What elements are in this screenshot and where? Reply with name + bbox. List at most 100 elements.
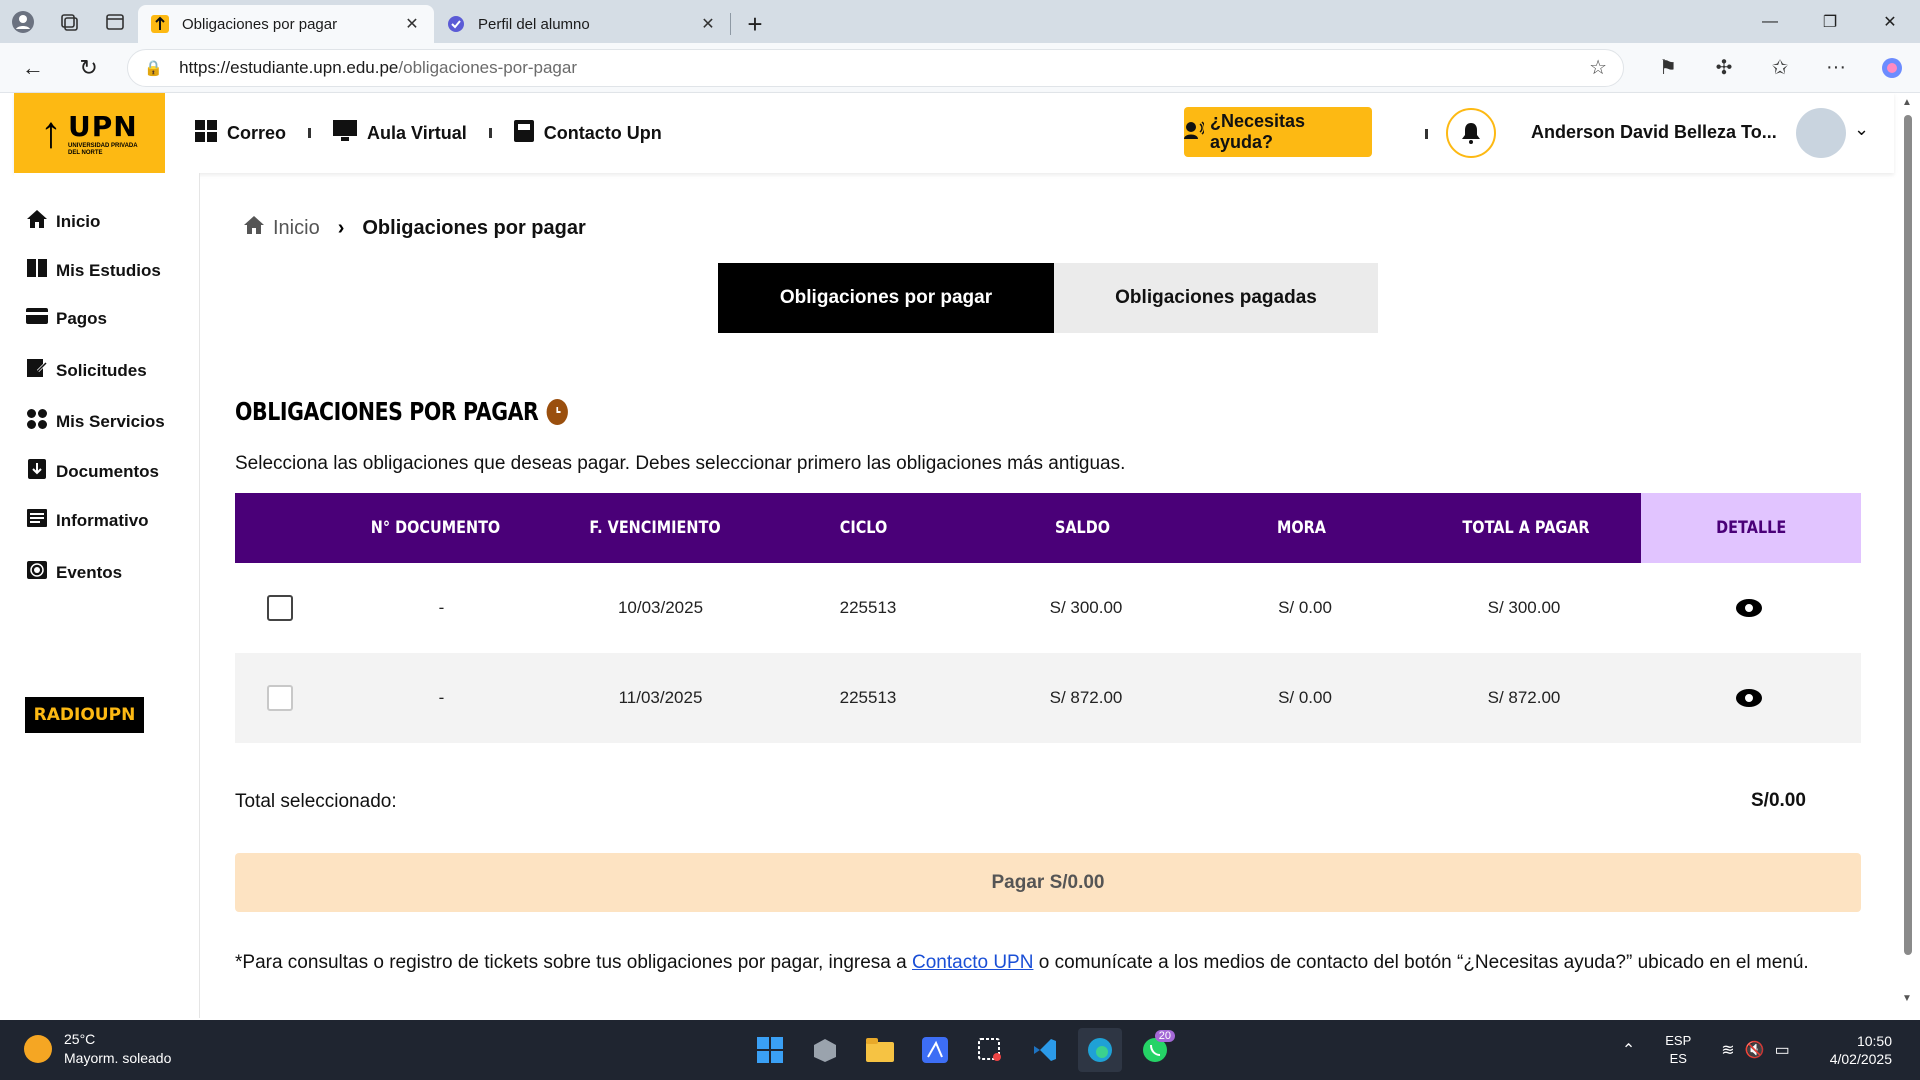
url-host: https://estudiante.upn.edu.pe xyxy=(179,57,399,77)
upn-logo[interactable]: ↑ UPN UNIVERSIDAD PRIVADA DEL NORTE xyxy=(14,93,165,173)
reload-icon[interactable]: ↻ xyxy=(66,48,112,88)
view-detail-eye-icon[interactable] xyxy=(1736,599,1762,617)
file-explorer-icon[interactable] xyxy=(858,1028,902,1072)
chevron-down-icon[interactable]: ⌄ xyxy=(1854,119,1869,140)
nav-aula-label: Aula Virtual xyxy=(367,122,467,143)
favorites-icon[interactable]: ✩ xyxy=(1752,55,1808,80)
sidebar-item-pagos[interactable]: Pagos xyxy=(26,307,107,330)
news-icon xyxy=(26,507,48,534)
upn-favicon-icon xyxy=(150,14,170,34)
close-tab-icon[interactable]: ✕ xyxy=(402,14,422,34)
radio-upn-logo[interactable]: RADIOUPN xyxy=(25,697,144,733)
address-bar-row: ← ↻ 🔒 https://estudiante.upn.edu.pe/obli… xyxy=(0,43,1920,93)
sidebar-item-documentos[interactable]: Documentos xyxy=(26,458,159,485)
header-separator xyxy=(1425,129,1428,139)
lang-primary: ESP xyxy=(1665,1033,1692,1048)
back-icon[interactable]: ← xyxy=(10,48,56,88)
sidebar-item-solicitudes[interactable]: Solicitudes xyxy=(26,357,147,384)
vscode-icon[interactable] xyxy=(1023,1028,1067,1072)
sidebar-item-eventos[interactable]: Eventos xyxy=(26,559,122,586)
tab-actions-icon[interactable] xyxy=(92,0,138,43)
workspaces-icon[interactable] xyxy=(46,0,92,43)
sidebar-item-label: Inicio xyxy=(56,211,101,231)
nav-contacto-label: Contacto Upn xyxy=(543,122,662,143)
close-tab-icon[interactable]: ✕ xyxy=(698,14,718,34)
scroll-down-icon[interactable]: ▼ xyxy=(1902,993,1912,1004)
logo-arrow-icon: ↑ xyxy=(40,108,62,157)
header-nav: Correo Aula Virtual Contacto Upn xyxy=(195,119,662,147)
nav-correo-label: Correo xyxy=(227,122,287,143)
scroll-up-icon[interactable]: ▲ xyxy=(1902,97,1912,108)
sidebar-item-label: Eventos xyxy=(56,562,123,582)
services-grid-icon xyxy=(26,408,48,435)
header-detalle-label: DETALLE xyxy=(1715,518,1787,538)
notifications-bell-icon[interactable] xyxy=(1446,108,1496,158)
weather-temp: 25°C xyxy=(64,1031,96,1047)
extension-flag-icon[interactable]: ⚑ xyxy=(1640,55,1696,80)
obligations-table: N° DOCUMENTO F. VENCIMIENTO CICLO SALDO … xyxy=(235,493,1861,743)
contacto-upn-link[interactable]: Contacto UPN xyxy=(912,952,1033,973)
book-icon xyxy=(26,257,48,284)
close-window-icon[interactable]: ✕ xyxy=(1860,0,1920,43)
user-name[interactable]: Anderson David Belleza To... xyxy=(1531,122,1777,143)
browser-tab-obligaciones[interactable]: Obligaciones por pagar ✕ xyxy=(138,5,434,43)
cell-saldo: S/ 300.00 xyxy=(1049,598,1123,617)
view-detail-eye-icon[interactable] xyxy=(1736,689,1762,707)
row-checkbox[interactable] xyxy=(267,685,293,711)
sidebar-item-mis-estudios[interactable]: Mis Estudios xyxy=(26,257,161,284)
sidebar-item-inicio[interactable]: Inicio xyxy=(26,209,100,234)
app-editor-icon[interactable] xyxy=(913,1028,957,1072)
tab-title: Perfil del alumno xyxy=(478,15,590,33)
table-row: - 10/03/2025 225513 S/ 300.00 S/ 0.00 S/… xyxy=(235,563,1861,653)
support-agent-icon xyxy=(1184,120,1206,144)
minimize-icon[interactable]: — xyxy=(1740,0,1800,43)
more-menu-icon[interactable]: ··· xyxy=(1808,55,1864,80)
restore-icon[interactable]: ❐ xyxy=(1800,0,1860,43)
new-tab-icon[interactable]: + xyxy=(731,5,779,43)
url-field[interactable]: 🔒 https://estudiante.upn.edu.pe/obligaci… xyxy=(127,48,1624,87)
avatar[interactable] xyxy=(1796,108,1846,158)
profile-icon[interactable] xyxy=(0,0,46,43)
browser-tab-perfil[interactable]: Perfil del alumno ✕ xyxy=(434,5,730,43)
favorite-star-icon[interactable]: ☆ xyxy=(1589,55,1607,80)
sidebar-item-label: Informativo xyxy=(56,510,149,530)
language-indicator[interactable]: ESP ES xyxy=(1665,1032,1691,1068)
sidebar-item-label: Solicitudes xyxy=(56,360,147,380)
nav-correo[interactable]: Correo xyxy=(195,119,287,147)
section-title-text: OBLIGACIONES POR PAGAR xyxy=(235,397,539,426)
wifi-volume-battery-icons[interactable]: ≋🔇▭ xyxy=(1721,1040,1799,1060)
lock-icon[interactable]: 🔒 xyxy=(144,59,163,77)
whatsapp-badge: 20 xyxy=(1154,1030,1175,1042)
help-button[interactable]: ¿Necesitas ayuda? xyxy=(1184,107,1372,157)
edge-browser-icon[interactable] xyxy=(1078,1028,1122,1072)
copilot-icon[interactable] xyxy=(1864,55,1920,80)
sidebar-item-mis-servicios[interactable]: Mis Servicios xyxy=(26,408,165,435)
header-detalle: DETALLE xyxy=(1641,493,1861,563)
tab-obligaciones-pagadas[interactable]: Obligaciones pagadas xyxy=(1054,263,1378,333)
pay-button[interactable]: Pagar S/0.00 xyxy=(235,853,1861,912)
tab-obligaciones-por-pagar[interactable]: Obligaciones por pagar xyxy=(718,263,1054,333)
scrollbar-thumb[interactable] xyxy=(1904,115,1912,955)
taskbar-clock[interactable]: 10:50 4/02/2025 xyxy=(1830,1032,1892,1068)
sidebar-item-informativo[interactable]: Informativo xyxy=(26,507,149,534)
snipping-tool-icon[interactable] xyxy=(968,1028,1012,1072)
home-icon[interactable] xyxy=(243,215,265,241)
start-windows-icon[interactable] xyxy=(748,1028,792,1072)
header-checkbox-col xyxy=(241,493,309,563)
nav-contacto-upn[interactable]: Contacto Upn xyxy=(513,119,662,147)
note-text-before: *Para consultas o registro de tickets so… xyxy=(235,952,912,973)
breadcrumb-home[interactable]: Inicio xyxy=(273,217,320,240)
whatsapp-icon[interactable]: 20 xyxy=(1133,1028,1177,1072)
weather-widget[interactable]: 25°C Mayorm. soleado xyxy=(24,1030,171,1068)
nav-aula-virtual[interactable]: Aula Virtual xyxy=(333,119,467,147)
sidebar-item-label: Pagos xyxy=(56,308,108,328)
cell-vencimiento: 10/03/2025 xyxy=(617,598,704,617)
row-checkbox[interactable] xyxy=(267,595,293,621)
logo-subtitle: UNIVERSIDAD PRIVADA DEL NORTE xyxy=(68,142,138,156)
app-cube-icon[interactable] xyxy=(803,1028,847,1072)
total-selected-label: Total seleccionado: xyxy=(235,791,397,812)
cell-documento: - xyxy=(438,598,445,617)
tray-overflow-icon[interactable]: ⌃ xyxy=(1622,1040,1635,1060)
page-scrollbar[interactable]: ▲ ▼ xyxy=(1898,93,1920,1018)
extensions-icon[interactable]: ✣ xyxy=(1696,55,1752,80)
